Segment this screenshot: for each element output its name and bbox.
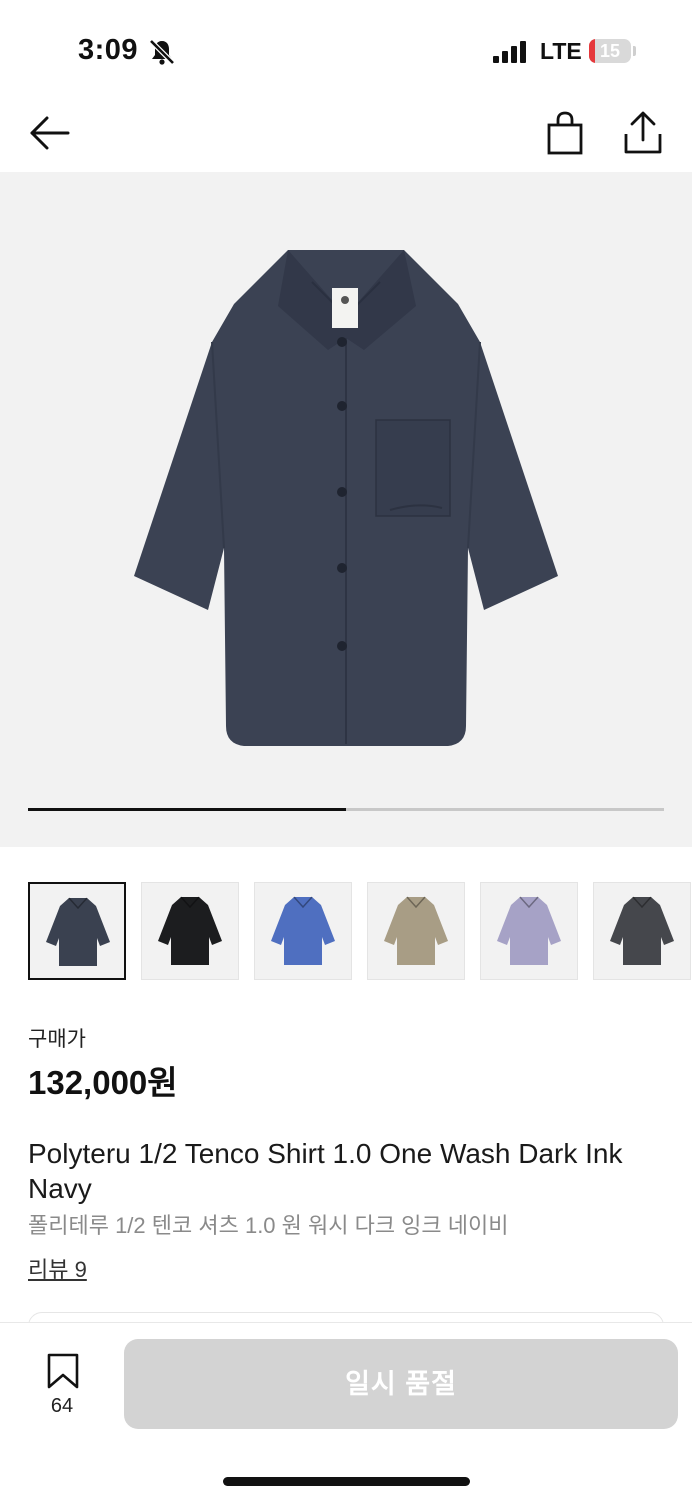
share-icon[interactable] [620,110,666,156]
shirt-thumbnail-image [271,896,335,965]
battery-level: 15 [599,41,621,61]
shirt-thumbnail-image [497,896,561,965]
color-variant-list [28,882,692,982]
price-label: 구매가 [28,1028,86,1051]
battery-cap [633,46,636,56]
shirt-thumbnail-image [158,896,222,965]
color-thumb-lavender[interactable] [480,882,578,980]
soldout-button[interactable]: 일시 품절 [124,1339,678,1429]
status-time: 3:09 [78,34,139,66]
color-thumb-black[interactable] [141,882,239,980]
shirt-thumbnail-image [610,896,674,965]
product-name: Polyteru 1/2 Tenco Shirt 1.0 One Wash Da… [28,1138,623,1204]
carousel-progress-track [28,808,664,811]
color-thumb-charcoal[interactable] [593,882,691,980]
bookmark-icon [47,1353,79,1389]
bell-off-icon [149,39,175,65]
price-value: 132,000원 [28,1064,178,1101]
bookmark-count: 64 [50,1395,74,1417]
color-thumb-blue[interactable] [254,882,352,980]
status-bar: 3:09 LTE 15 [0,0,692,100]
battery-icon: 15 [589,39,631,63]
arrow-left-icon[interactable] [26,112,72,154]
carousel-progress-fill [28,808,346,811]
home-indicator [223,1477,470,1486]
product-name-korean: 폴리테루 1/2 텐코 셔츠 1.0 원 워시 다크 잉크 네이비 [28,1213,509,1238]
color-thumb-beige[interactable] [367,882,465,980]
review-link[interactable]: 리뷰 9 [28,1252,87,1284]
bottom-action-bar: 64 일시 품절 [0,1322,692,1500]
bookmark-button[interactable]: 64 [36,1351,88,1421]
network-label: LTE [540,38,582,64]
nav-bar [0,100,692,172]
product-image-carousel[interactable] [0,172,692,847]
color-thumb-dark-ink-navy[interactable] [28,882,126,980]
shirt-thumbnail-image [384,896,448,965]
product-image [134,250,558,746]
signal-icon [493,41,526,63]
shopping-bag-icon[interactable] [544,110,586,156]
shirt-thumbnail-image [46,897,110,966]
